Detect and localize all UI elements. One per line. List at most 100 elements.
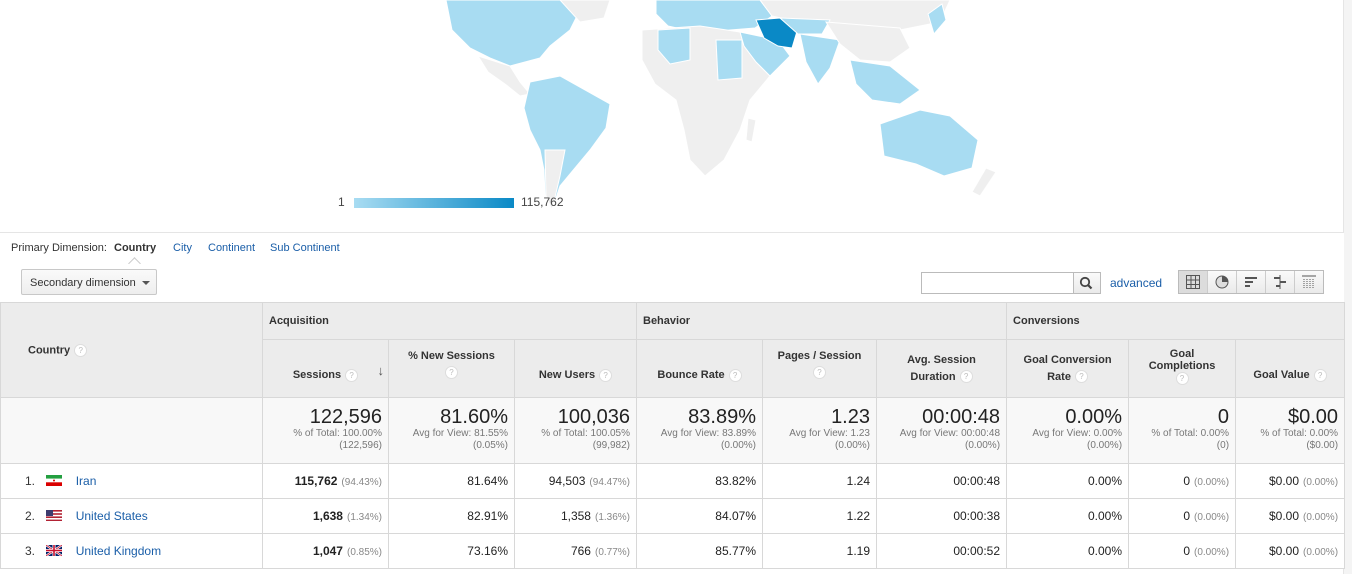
total-goal-value: $0.00% of Total: 0.00% ($0.00) — [1235, 397, 1346, 464]
country-cell: 3. United Kingdom — [0, 533, 263, 569]
primary-dimension-continent[interactable]: Continent — [208, 242, 255, 254]
pages-session-header-label: Pages / Session — [777, 349, 862, 362]
map-region-new-zealand[interactable] — [971, 167, 997, 197]
total-pages-session: 1.23 Avg for View: 1.23 (0.00%) — [762, 397, 877, 464]
sort-descending-icon[interactable]: ↓ — [378, 362, 385, 379]
totals-row: 122,596% of Total: 100.00% (122,596) 81.6… — [0, 397, 1346, 464]
goal-value-cell: $0.00 (0.00%) — [1235, 463, 1346, 499]
secondary-dimension-label: Secondary dimension — [30, 277, 136, 289]
map-region-north-america[interactable] — [445, 0, 579, 67]
new-users-cell: 1,358 (1.36%) — [514, 498, 637, 534]
goal-completions-cell: 0 (0.00%) — [1128, 463, 1237, 499]
help-icon[interactable]: ? — [959, 370, 973, 384]
legend-gradient-bar — [354, 198, 514, 208]
row-rank: 2. — [24, 509, 35, 523]
pivot-view-button[interactable] — [1295, 271, 1323, 293]
uk-flag-icon — [46, 545, 63, 557]
table-row: 1. Iran 115,762 (94.43%) 81.64% 94,503 (94… — [0, 463, 1346, 499]
table-search-input[interactable] — [921, 272, 1073, 294]
advanced-filter-link[interactable]: advanced — [1110, 276, 1162, 290]
goal-conversion-rate-cell: 0.00% — [1006, 498, 1130, 534]
help-icon[interactable]: ? — [813, 366, 826, 380]
goal-conversion-rate-column-header[interactable]: Goal Conversion Rate? — [1006, 339, 1130, 398]
iran-flag-icon — [46, 475, 63, 487]
primary-dimension-label: Primary Dimension: — [11, 242, 107, 254]
goal-conversion-header-line1: Goal Conversion — [1023, 353, 1112, 366]
map-region-india[interactable] — [799, 33, 841, 85]
bounce-rate-column-header[interactable]: Bounce Rate? — [636, 339, 763, 398]
help-icon[interactable]: ? — [1313, 368, 1327, 382]
new-users-column-header[interactable]: New Users? — [514, 339, 637, 398]
table-view-icon — [1186, 275, 1200, 289]
help-icon[interactable]: ? — [1175, 372, 1189, 385]
new-users-header-label: New Users — [538, 369, 596, 381]
comparison-view-button[interactable] — [1266, 271, 1295, 293]
country-link[interactable]: United Kingdom — [76, 544, 161, 558]
help-icon[interactable]: ? — [1074, 370, 1088, 384]
search-icon — [1079, 276, 1093, 290]
primary-dimension-country[interactable]: Country — [114, 242, 156, 254]
total-new-sessions: 81.60% Avg for View: 81.55% (0.05%) — [388, 397, 515, 464]
row-rank: 1. — [24, 474, 35, 488]
total-avg-session-duration: 00:00:48 Avg for View: 00:00:48 (0.00%) — [875, 397, 1008, 464]
map-region-south-america[interactable] — [523, 75, 611, 212]
primary-dimension-city[interactable]: City — [173, 242, 192, 254]
pages-session-cell: 1.24 — [762, 463, 877, 499]
goal-conversion-header-line2: Rate — [1047, 370, 1071, 383]
secondary-dimension-dropdown[interactable]: Secondary dimension — [21, 269, 157, 295]
goal-completions-cell: 0 (0.00%) — [1128, 498, 1237, 534]
row-rank: 3. — [24, 544, 35, 558]
goal-conversion-rate-cell: 0.00% — [1006, 533, 1130, 569]
primary-dimension-bar: Primary Dimension: Country City Continen… — [0, 233, 1344, 270]
help-icon[interactable]: ? — [74, 343, 88, 357]
country-link[interactable]: United States — [76, 509, 148, 523]
goal-value-cell: $0.00 (0.00%) — [1235, 533, 1346, 569]
performance-view-button[interactable] — [1237, 271, 1266, 293]
map-region-australia[interactable] — [879, 109, 979, 177]
new-users-cell: 766 (0.77%) — [514, 533, 637, 569]
primary-dimension-sub-continent[interactable]: Sub Continent — [270, 242, 340, 254]
table-view-button[interactable] — [1179, 271, 1208, 293]
help-icon[interactable]: ? — [728, 368, 742, 382]
comparison-view-icon — [1274, 275, 1286, 289]
new-sessions-cell: 82.91% — [388, 498, 515, 534]
country-cell: 2. United States — [0, 498, 263, 534]
goal-conversion-rate-cell: 0.00% — [1006, 463, 1130, 499]
bounce-rate-cell: 84.07% — [636, 498, 763, 534]
pages-session-cell: 1.22 — [762, 498, 877, 534]
pie-view-button[interactable] — [1208, 271, 1237, 293]
map-region-sudan[interactable] — [715, 39, 743, 81]
new-sessions-header-label: % New Sessions — [408, 349, 495, 362]
sessions-header-label: Sessions — [292, 369, 342, 381]
search-button[interactable] — [1073, 272, 1101, 294]
goal-completions-header-line1: Goal — [1169, 348, 1195, 360]
help-icon[interactable]: ? — [599, 368, 613, 382]
sessions-cell: 115,762 (94.43%) — [262, 463, 389, 499]
bounce-rate-cell: 85.77% — [636, 533, 763, 569]
goal-value-column-header[interactable]: Goal Value? — [1235, 339, 1346, 398]
map-region-southeast-asia[interactable] — [849, 59, 921, 105]
legend-max-value: 115,762 — [521, 195, 564, 209]
table-row: 2. United States 1,638 (1.34%) 82.91% 1,3… — [0, 498, 1346, 534]
country-link[interactable]: Iran — [76, 474, 97, 488]
conversions-group-header: Conversions — [1006, 302, 1346, 340]
avg-session-duration-cell: 00:00:38 — [875, 498, 1008, 534]
pages-session-column-header[interactable]: Pages / Session ? — [762, 339, 877, 398]
new-users-cell: 94,503 (94.47%) — [514, 463, 637, 499]
country-column-header[interactable]: Country? — [0, 302, 263, 398]
avg-session-header-line2: Duration — [910, 370, 956, 383]
avg-session-duration-cell: 00:00:48 — [875, 463, 1008, 499]
help-icon[interactable]: ? — [345, 368, 359, 382]
help-icon[interactable]: ? — [445, 366, 458, 380]
avg-session-duration-column-header[interactable]: Avg. Session Duration? — [875, 339, 1008, 398]
sessions-column-header[interactable]: Sessions? ↓ — [262, 339, 389, 398]
map-region-madagascar[interactable] — [745, 117, 757, 143]
goal-completions-column-header[interactable]: Goal Completions ? — [1128, 339, 1237, 398]
usa-flag-icon — [46, 510, 63, 522]
country-cell: 1. Iran — [0, 463, 263, 499]
pie-view-icon — [1215, 275, 1229, 289]
new-sessions-column-header[interactable]: % New Sessions ? — [388, 339, 515, 398]
sessions-cell: 1,047 (0.85%) — [262, 533, 389, 569]
legend-min-value: 1 — [338, 195, 345, 209]
map-region-china[interactable] — [825, 21, 911, 63]
